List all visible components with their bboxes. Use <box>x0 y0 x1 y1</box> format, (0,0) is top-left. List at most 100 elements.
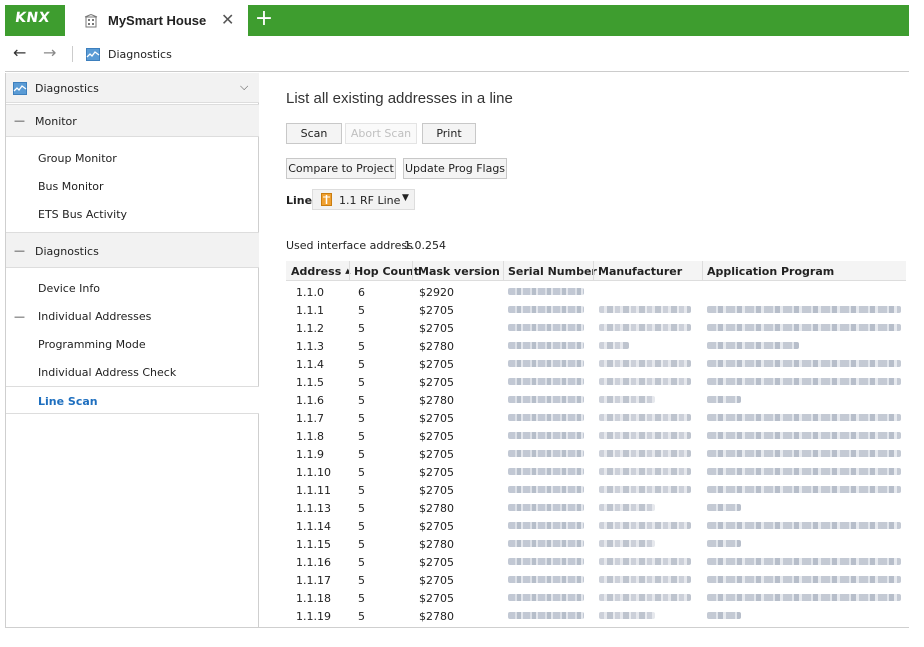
table-row[interactable]: 1.1.3 5 $2780 <box>286 337 906 355</box>
column-divider[interactable] <box>503 261 504 281</box>
table-row[interactable]: 1.1.1 5 $2705 <box>286 301 906 319</box>
table-row[interactable]: 1.1.9 5 $2705 <box>286 445 906 463</box>
table-row[interactable]: 1.1.8 5 $2705 <box>286 427 906 445</box>
add-tab-button[interactable]: + <box>252 7 276 33</box>
table-row[interactable]: 1.1.13 5 $2780 <box>286 499 906 517</box>
cell-hop-count: 5 <box>358 394 365 407</box>
cell-mask-version: $2780 <box>419 610 454 623</box>
cell-application-program-redacted <box>707 468 901 475</box>
cell-manufacturer-redacted <box>599 378 691 385</box>
table-row[interactable]: 1.1.4 5 $2705 <box>286 355 906 373</box>
sidebar-header[interactable]: Diagnostics ⌵ <box>6 73 259 103</box>
cell-hop-count: 5 <box>358 340 365 353</box>
cell-manufacturer-redacted <box>599 414 691 421</box>
sidebar-item-ets-bus-activity[interactable]: ETS Bus Activity <box>6 207 259 227</box>
collapse-icon[interactable]: — <box>14 114 25 127</box>
sidebar-item-line-scan[interactable]: Line Scan <box>6 386 259 414</box>
sidebar-item-label: ETS Bus Activity <box>38 208 128 221</box>
tab-project[interactable]: MySmart House ✕ <box>65 5 248 36</box>
sidebar-item-individual-addresses[interactable]: — Individual Addresses <box>6 309 259 329</box>
cell-address: 1.1.7 <box>296 412 324 425</box>
print-button[interactable]: Print <box>422 123 476 144</box>
table-row[interactable]: 1.1.10 5 $2705 <box>286 463 906 481</box>
sidebar-section-diagnostics[interactable]: — Diagnostics <box>6 232 259 268</box>
forward-arrow-icon[interactable]: → <box>43 45 56 61</box>
table-row[interactable]: 1.1.6 5 $2780 <box>286 391 906 409</box>
column-header-hop-count[interactable]: Hop Count <box>354 265 419 278</box>
back-arrow-icon[interactable]: ← <box>13 45 26 61</box>
table-row[interactable]: 1.1.11 5 $2705 <box>286 481 906 499</box>
table-row[interactable]: 1.1.5 5 $2705 <box>286 373 906 391</box>
table-row[interactable]: 1.1.17 5 $2705 <box>286 571 906 589</box>
abort-scan-button[interactable]: Abort Scan <box>345 123 417 144</box>
cell-application-program-redacted <box>707 432 901 439</box>
chevron-down-icon[interactable]: ⌵ <box>240 80 248 94</box>
column-header-mask-version[interactable]: Mask version <box>418 265 500 278</box>
table-row[interactable]: 1.1.14 5 $2705 <box>286 517 906 535</box>
table-row[interactable]: 1.1.15 5 $2780 <box>286 535 906 553</box>
window-bottom-edge <box>5 627 909 628</box>
cell-mask-version: $2780 <box>419 502 454 515</box>
sidebar-section-monitor[interactable]: — Monitor <box>6 104 259 137</box>
table-row[interactable]: 1.1.19 5 $2780 <box>286 607 906 625</box>
cell-hop-count: 5 <box>358 556 365 569</box>
line-dropdown[interactable]: 1.1 RF Line ▼ <box>312 189 415 210</box>
cell-hop-count: 5 <box>358 592 365 605</box>
sidebar-item-label: Line Scan <box>38 395 98 408</box>
cell-application-program-redacted <box>707 540 741 547</box>
sidebar-item-label: Bus Monitor <box>38 180 104 193</box>
dropdown-arrow-icon: ▼ <box>402 193 409 203</box>
cell-application-program-redacted <box>707 486 901 493</box>
sidebar-item-individual-address-check[interactable]: Individual Address Check <box>6 365 259 385</box>
column-header-serial-number[interactable]: Serial Number <box>508 265 597 278</box>
sidebar-item-bus-monitor[interactable]: Bus Monitor <box>6 179 259 199</box>
column-divider[interactable] <box>702 261 703 281</box>
scan-button[interactable]: Scan <box>286 123 342 144</box>
cell-serial-number-redacted <box>508 486 584 493</box>
cell-manufacturer-redacted <box>599 504 655 511</box>
cell-hop-count: 5 <box>358 358 365 371</box>
cell-address: 1.1.17 <box>296 574 331 587</box>
sidebar-item-programming-mode[interactable]: Programming Mode <box>6 337 259 357</box>
cell-manufacturer-redacted <box>599 396 655 403</box>
cell-application-program-redacted <box>707 612 741 619</box>
cell-hop-count: 5 <box>358 322 365 335</box>
update-prog-flags-button[interactable]: Update Prog Flags <box>403 158 507 179</box>
sidebar-item-group-monitor[interactable]: Group Monitor <box>6 151 259 171</box>
cell-address: 1.1.10 <box>296 466 331 479</box>
cell-application-program-redacted <box>707 342 799 349</box>
table-header: Address ▲ Hop Count Mask version Serial … <box>286 261 906 281</box>
column-header-address[interactable]: Address ▲ <box>291 265 350 278</box>
diagnostics-icon <box>86 48 100 61</box>
cell-application-program-redacted <box>707 450 901 457</box>
cell-application-program-redacted <box>707 324 901 331</box>
column-divider[interactable] <box>412 261 413 281</box>
column-divider[interactable] <box>593 261 594 281</box>
cell-address: 1.1.3 <box>296 340 324 353</box>
cell-manufacturer-redacted <box>599 306 691 313</box>
table-row[interactable]: 1.1.7 5 $2705 <box>286 409 906 427</box>
collapse-icon[interactable]: — <box>14 310 25 323</box>
compare-to-project-button[interactable]: Compare to Project <box>286 158 396 179</box>
cell-manufacturer-redacted <box>599 342 629 349</box>
table-row[interactable]: 1.1.0 6 $2920 <box>286 283 906 301</box>
cell-application-program-redacted <box>707 396 741 403</box>
sidebar-item-label: Individual Address Check <box>38 366 177 379</box>
cell-serial-number-redacted <box>508 504 584 511</box>
column-header-application-program[interactable]: Application Program <box>707 265 834 278</box>
navigation-bar: ← → Diagnostics <box>5 36 909 72</box>
diagnostics-icon <box>13 82 27 95</box>
close-icon[interactable]: ✕ <box>221 10 234 30</box>
table-row[interactable]: 1.1.2 5 $2705 <box>286 319 906 337</box>
cell-address: 1.1.9 <box>296 448 324 461</box>
line-label: Line <box>286 194 313 207</box>
column-header-manufacturer[interactable]: Manufacturer <box>598 265 682 278</box>
cell-address: 1.1.15 <box>296 538 331 551</box>
table-row[interactable]: 1.1.16 5 $2705 <box>286 553 906 571</box>
table-row[interactable]: 1.1.18 5 $2705 <box>286 589 906 607</box>
cell-mask-version: $2705 <box>419 430 454 443</box>
sidebar-item-device-info[interactable]: Device Info <box>6 281 259 301</box>
collapse-icon[interactable]: — <box>14 244 25 257</box>
knx-logo: KNX <box>13 10 51 26</box>
column-divider[interactable] <box>349 261 350 281</box>
